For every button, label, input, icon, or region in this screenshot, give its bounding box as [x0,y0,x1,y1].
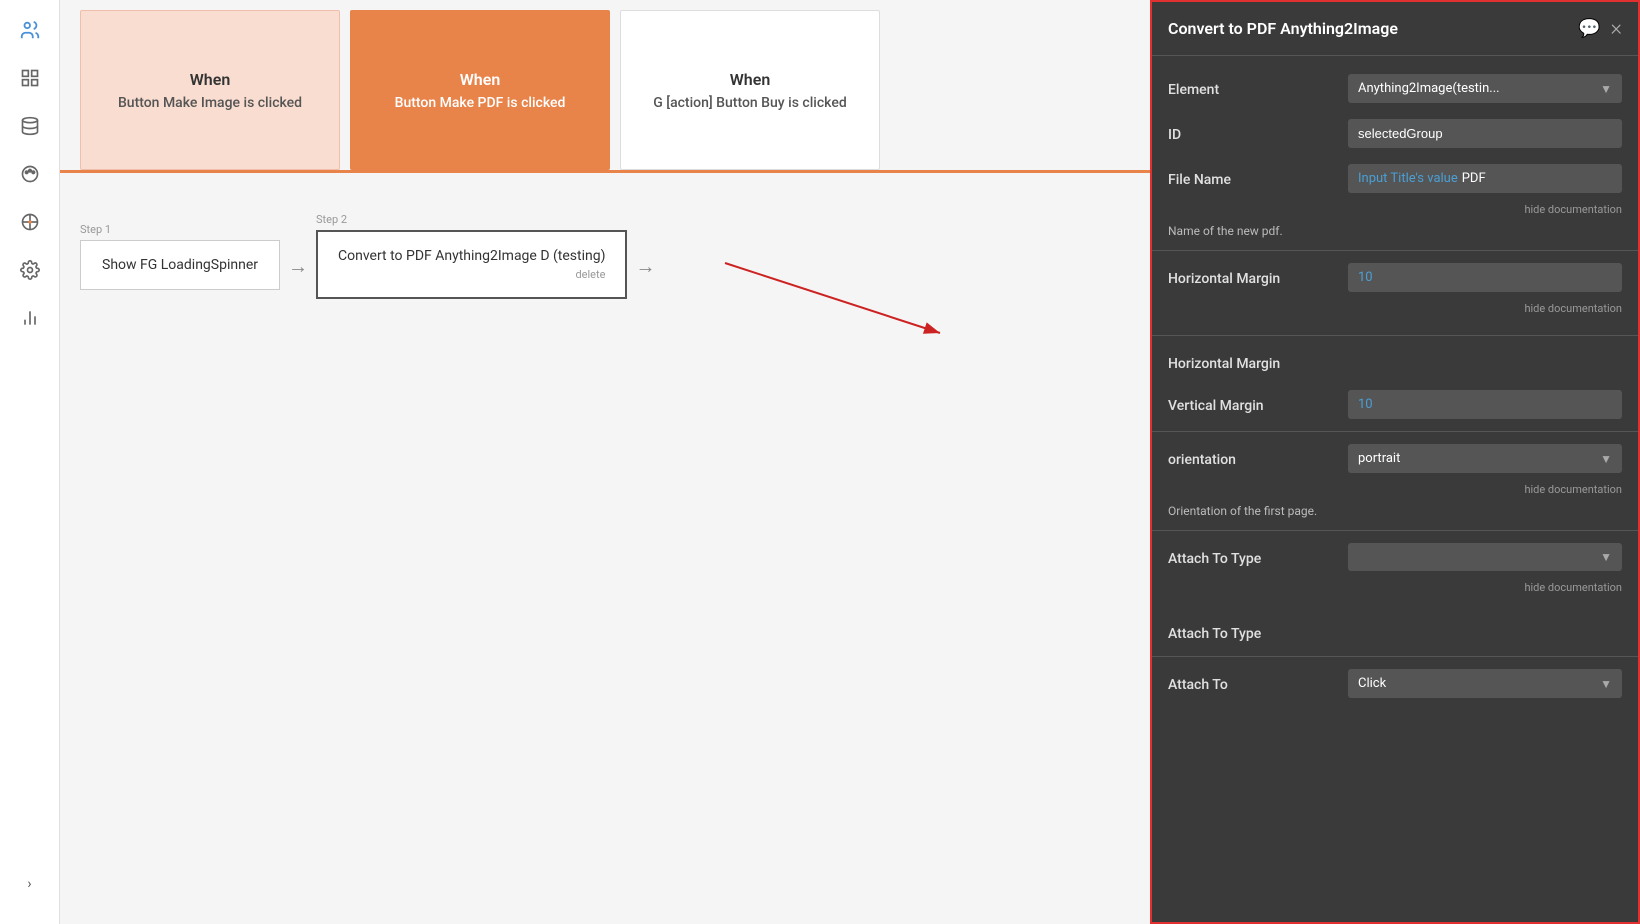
sidebar-icon-crosshair[interactable] [10,202,50,242]
step-2-label: Step 2 [316,213,627,226]
sidebar: › [0,0,60,924]
workflow-header: When Button Make Image is clicked When B… [60,0,1150,173]
sidebar-icon-chart[interactable] [10,298,50,338]
card-1-desc: Button Make Image is clicked [118,95,302,111]
panel-input-id[interactable] [1348,119,1622,148]
sidebar-icon-users[interactable] [10,10,50,50]
panel-doc-orientation: Orientation of the first page. [1152,502,1638,526]
main-area: When Button Make Image is clicked When B… [60,0,1150,924]
panel-value-filename: Input Title's value PDF [1348,164,1622,193]
panel-row-filename: File Name Input Title's value PDF [1152,156,1638,201]
card-1-when: When [190,70,231,89]
step-2-text: Convert to PDF Anything2Image D (testing… [338,248,605,264]
panel-value-element: Anything2Image(testin... ▼ [1348,74,1622,103]
panel-value-orientation: portrait ▼ [1348,444,1622,473]
workflow-canvas: Step 1 Show FG LoadingSpinner → Step 2 C… [60,173,1150,924]
panel-row-attach-type-1: Attach To Type ▼ [1152,535,1638,579]
card-3-desc: G [action] Button Buy is clicked [653,95,846,111]
sidebar-icon-settings[interactable] [10,250,50,290]
workflow-card-3[interactable]: When G [action] Button Buy is clicked [620,10,880,170]
panel-dropdown-attach-to-text: Click [1358,676,1386,691]
panel-body: Element Anything2Image(testin... ▼ ID Fi… [1152,56,1638,716]
steps-row: Step 1 Show FG LoadingSpinner → Step 2 C… [80,213,1130,299]
panel-horiz-margin-value[interactable]: 10 [1348,263,1622,292]
panel-value-horiz-margin: 10 [1348,263,1622,292]
panel-header: Convert to PDF Anything2Image 💬 × [1152,2,1638,56]
panel-label-attach-type-2: Attach To Type [1168,618,1348,642]
panel-hide-doc-filename[interactable]: hide documentation [1152,201,1638,222]
step-1-box[interactable]: Show FG LoadingSpinner [80,240,280,290]
panel-file-link[interactable]: Input Title's value [1358,171,1458,186]
panel-value-id [1348,119,1622,148]
panel-dropdown-orientation[interactable]: portrait ▼ [1348,444,1622,473]
panel-row-attach-to: Attach To Click ▼ [1152,661,1638,706]
panel-row-orientation: orientation portrait ▼ [1152,436,1638,481]
step-arrow-1: → [288,234,308,279]
card-2-when: When [460,70,501,89]
panel-header-icons: 💬 × [1578,16,1622,41]
panel-label-horiz-margin: Horizontal Margin [1168,263,1348,287]
panel-divider-3 [1152,431,1638,432]
panel-filename-field[interactable]: Input Title's value PDF [1348,164,1622,193]
panel-dropdown-element[interactable]: Anything2Image(testin... ▼ [1348,74,1622,103]
step-1-text: Show FG LoadingSpinner [102,257,258,273]
right-panel: Convert to PDF Anything2Image 💬 × Elemen… [1150,0,1640,924]
workflow-card-1[interactable]: When Button Make Image is clicked [80,10,340,170]
panel-divider-1 [1152,250,1638,251]
panel-label-horiz-margin-2: Horizontal Margin [1168,348,1348,372]
panel-hide-doc-attach-1[interactable]: hide documentation [1152,579,1638,600]
sidebar-icon-palette[interactable] [10,154,50,194]
panel-row-attach-type-2: Attach To Type [1152,610,1638,652]
panel-row-id: ID [1152,111,1638,156]
panel-value-attach-type-1: ▼ [1348,543,1622,571]
panel-value-vert-margin: 10 [1348,390,1622,419]
workflow-card-2[interactable]: When Button Make PDF is clicked [350,10,610,170]
panel-doc-attach-type [1152,600,1638,610]
panel-label-attach-to: Attach To [1168,669,1348,693]
step-2-delete[interactable]: delete [338,268,605,281]
panel-label-vert-margin: Vertical Margin [1168,390,1348,414]
panel-value-attach-to: Click ▼ [1348,669,1622,698]
panel-label-orientation: orientation [1168,444,1348,468]
panel-divider-4 [1152,530,1638,531]
chevron-down-icon-attach-1: ▼ [1600,550,1612,564]
chevron-down-icon-element: ▼ [1600,82,1612,96]
panel-hide-doc-horiz[interactable]: hide documentation [1152,300,1638,321]
chevron-down-icon-attach-to: ▼ [1600,677,1612,691]
panel-row-horiz-margin: Horizontal Margin 10 [1152,255,1638,300]
panel-title: Convert to PDF Anything2Image [1168,19,1398,38]
sidebar-expand-button[interactable]: › [10,864,50,904]
panel-label-element: Element [1168,74,1348,98]
card-2-desc: Button Make PDF is clicked [395,95,566,111]
panel-vert-margin-value[interactable]: 10 [1348,390,1622,419]
panel-dropdown-orientation-text: portrait [1358,451,1400,466]
panel-label-attach-type-1: Attach To Type [1168,543,1348,567]
panel-hide-doc-orientation[interactable]: hide documentation [1152,481,1638,502]
panel-doc-horiz-margin [1152,321,1638,331]
step-arrow-2: → [635,234,655,279]
panel-divider-5 [1152,656,1638,657]
chevron-right-icon: › [27,876,31,892]
panel-divider-2 [1152,335,1638,336]
sidebar-icon-database[interactable] [10,106,50,146]
card-3-when: When [730,70,771,89]
panel-row-horiz-margin-2: Horizontal Margin [1152,340,1638,382]
sidebar-icon-grid[interactable] [10,58,50,98]
step-2-container: Step 2 Convert to PDF Anything2Image D (… [316,213,627,299]
panel-close-icon[interactable]: × [1610,16,1622,41]
panel-row-element: Element Anything2Image(testin... ▼ [1152,66,1638,111]
step-2-box[interactable]: Convert to PDF Anything2Image D (testing… [316,230,627,299]
panel-dropdown-element-text: Anything2Image(testin... [1358,81,1500,96]
panel-row-vert-margin: Vertical Margin 10 [1152,382,1638,427]
panel-label-filename: File Name [1168,164,1348,188]
panel-label-id: ID [1168,119,1348,143]
panel-doc-name-pdf: Name of the new pdf. [1152,222,1638,246]
panel-dropdown-attach-type-1[interactable]: ▼ [1348,543,1622,571]
chevron-down-icon-orientation: ▼ [1600,452,1612,466]
panel-dropdown-attach-to[interactable]: Click ▼ [1348,669,1622,698]
step-1-label: Step 1 [80,223,280,236]
step-1-container: Step 1 Show FG LoadingSpinner [80,223,280,290]
panel-comment-icon[interactable]: 💬 [1578,18,1600,39]
panel-file-suffix: PDF [1462,171,1486,186]
